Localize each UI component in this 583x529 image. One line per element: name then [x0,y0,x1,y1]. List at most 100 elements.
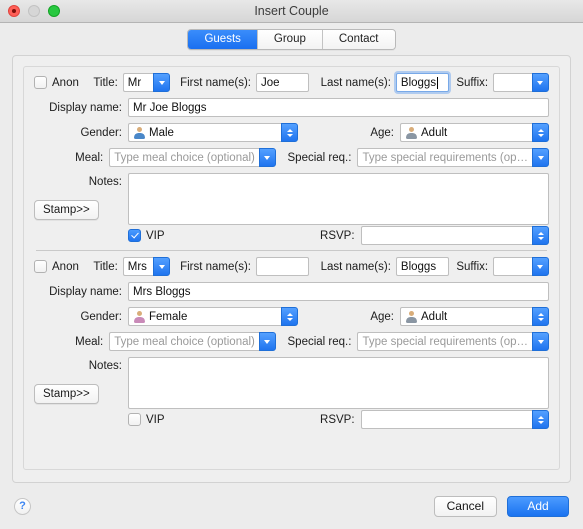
chevron-down-icon[interactable] [258,148,276,167]
guest2-meal-label: Meal: [75,335,104,348]
guest2-vip-label: VIP [146,413,165,426]
guest2-special-req-value[interactable]: Type special requirements (op… [357,332,532,351]
guest2-meal-value[interactable]: Type meal choice (optional) [109,332,259,351]
guest-section-1: Anon Title: Mr First name(s): Joe Last n… [34,73,549,245]
guest2-vip-checkbox[interactable]: VIP [128,413,165,426]
guest1-special-req-combo[interactable]: Type special requirements (op… [357,148,549,167]
guest1-anon-checkbox-box[interactable] [34,76,47,89]
guest1-age-label: Age: [370,126,394,139]
guest1-title-combo[interactable]: Mr [122,73,171,92]
guest1-gender-age-row: Gender: Male Age: Adult [34,123,549,142]
stepper-icon[interactable] [532,410,549,429]
stepper-icon[interactable] [281,307,298,326]
guest2-gender-select[interactable]: Female [128,307,298,326]
stepper-icon[interactable] [532,123,549,142]
guest1-name-row: Anon Title: Mr First name(s): Joe Last n… [34,73,549,92]
guest2-rsvp-select[interactable] [360,410,549,429]
guest2-meal-combo[interactable]: Type meal choice (optional) [109,332,276,351]
chevron-down-icon[interactable] [153,257,171,276]
chevron-down-icon[interactable] [532,148,549,167]
footer-actions: Cancel Add [433,495,569,517]
guest2-title-value[interactable]: Mrs [122,257,154,276]
guest1-age-value-wrap[interactable]: Adult [400,123,532,142]
guest1-display-name-row: Display name: Mr Joe Bloggs [34,98,549,117]
chevron-down-icon[interactable] [531,257,549,276]
guest2-age-select[interactable]: Adult [400,307,549,326]
dialog-footer: ? Cancel Add [0,483,583,529]
close-button[interactable] [8,5,20,17]
guest2-stamp-button[interactable]: Stamp>> [34,384,99,404]
chevron-down-icon[interactable] [532,332,549,351]
chevron-down-icon[interactable] [531,73,549,92]
person-icon [405,127,417,139]
traffic-lights [0,5,60,17]
guest2-age-value-wrap[interactable]: Adult [400,307,532,326]
guest1-age-select[interactable]: Adult [400,123,549,142]
chevron-down-icon[interactable] [153,73,171,92]
guest1-last-name-label: Last name(s): [320,76,391,89]
guest1-gender-value-wrap[interactable]: Male [128,123,281,142]
guest1-title-value[interactable]: Mr [122,73,154,92]
tab-segmented-control: Guests Group Contact [187,28,396,50]
guest2-suffix-combo[interactable] [493,257,549,276]
guest1-first-name-input[interactable]: Joe [255,73,309,92]
guest2-notes-input[interactable] [128,357,549,409]
guest1-anon-checkbox[interactable]: Anon [34,76,85,89]
guest2-anon-checkbox-box[interactable] [34,260,47,273]
guest2-anon-checkbox[interactable]: Anon [34,260,85,273]
maximize-button[interactable] [48,5,60,17]
guest2-age-value: Adult [421,310,448,323]
guest1-meal-combo[interactable]: Type meal choice (optional) [109,148,276,167]
guest2-first-name-input[interactable] [255,257,309,276]
guest2-name-row: Anon Title: Mrs First name(s): Last name… [34,257,549,276]
guest1-suffix-combo[interactable] [493,73,549,92]
guest1-rsvp-value[interactable] [360,226,532,245]
guest2-anon-label: Anon [52,260,79,273]
guest1-notes-input[interactable] [128,173,549,225]
guest1-suffix-value[interactable] [493,73,532,92]
guest2-age-label: Age: [370,310,394,323]
guest1-vip-checkbox[interactable]: VIP [128,229,165,242]
tab-contact[interactable]: Contact [322,29,395,49]
guest2-vip-checkbox-box[interactable] [128,413,141,426]
guest1-display-name-label: Display name: [49,101,122,114]
guest2-rsvp-value[interactable] [360,410,532,429]
tab-bar: Guests Group Contact [0,23,583,55]
minimize-button[interactable] [28,5,40,17]
guest2-vip-rsvp-row: VIP RSVP: [34,410,549,429]
guest1-display-name-input[interactable]: Mr Joe Bloggs [128,98,549,117]
person-icon [405,311,417,323]
guest1-vip-checkbox-box[interactable] [128,229,141,242]
tab-group[interactable]: Group [257,29,323,49]
guest1-gender-label: Gender: [80,126,122,139]
guest2-display-name-input[interactable]: Mrs Bloggs [128,282,549,301]
guest1-meal-value[interactable]: Type meal choice (optional) [109,148,259,167]
stepper-icon[interactable] [281,123,298,142]
stepper-icon[interactable] [532,307,549,326]
guest2-title-combo[interactable]: Mrs [122,257,171,276]
help-icon[interactable]: ? [14,497,31,515]
guest1-last-name-input[interactable]: Bloggs [395,73,449,92]
guest1-rsvp-label: RSVP: [320,229,355,242]
guest2-special-req-combo[interactable]: Type special requirements (op… [357,332,549,351]
guest2-gender-value-wrap[interactable]: Female [128,307,281,326]
guest1-gender-value: Male [149,126,174,139]
chevron-down-icon[interactable] [258,332,276,351]
guest1-special-req-value[interactable]: Type special requirements (op… [357,148,532,167]
guest1-stamp-button[interactable]: Stamp>> [34,200,99,220]
guest1-vip-rsvp-row: VIP RSVP: [34,226,549,245]
add-button[interactable]: Add [507,495,569,517]
guest1-rsvp-select[interactable] [360,226,549,245]
cancel-button[interactable]: Cancel [433,495,497,517]
guest1-gender-select[interactable]: Male [128,123,298,142]
guest2-gender-label: Gender: [80,310,122,323]
stepper-icon[interactable] [532,226,549,245]
guest-section-2: Anon Title: Mrs First name(s): Last name… [34,257,549,429]
guest1-meal-req-row: Meal: Type meal choice (optional) Specia… [34,148,549,167]
guest2-last-name-input[interactable]: Bloggs [395,257,449,276]
tab-guests[interactable]: Guests [188,29,258,49]
guest2-rsvp-label: RSVP: [320,413,355,426]
guest2-gender-age-row: Gender: Female Age: Adult [34,307,549,326]
guest2-suffix-value[interactable] [493,257,532,276]
guest2-special-req-label: Special req.: [287,335,352,348]
